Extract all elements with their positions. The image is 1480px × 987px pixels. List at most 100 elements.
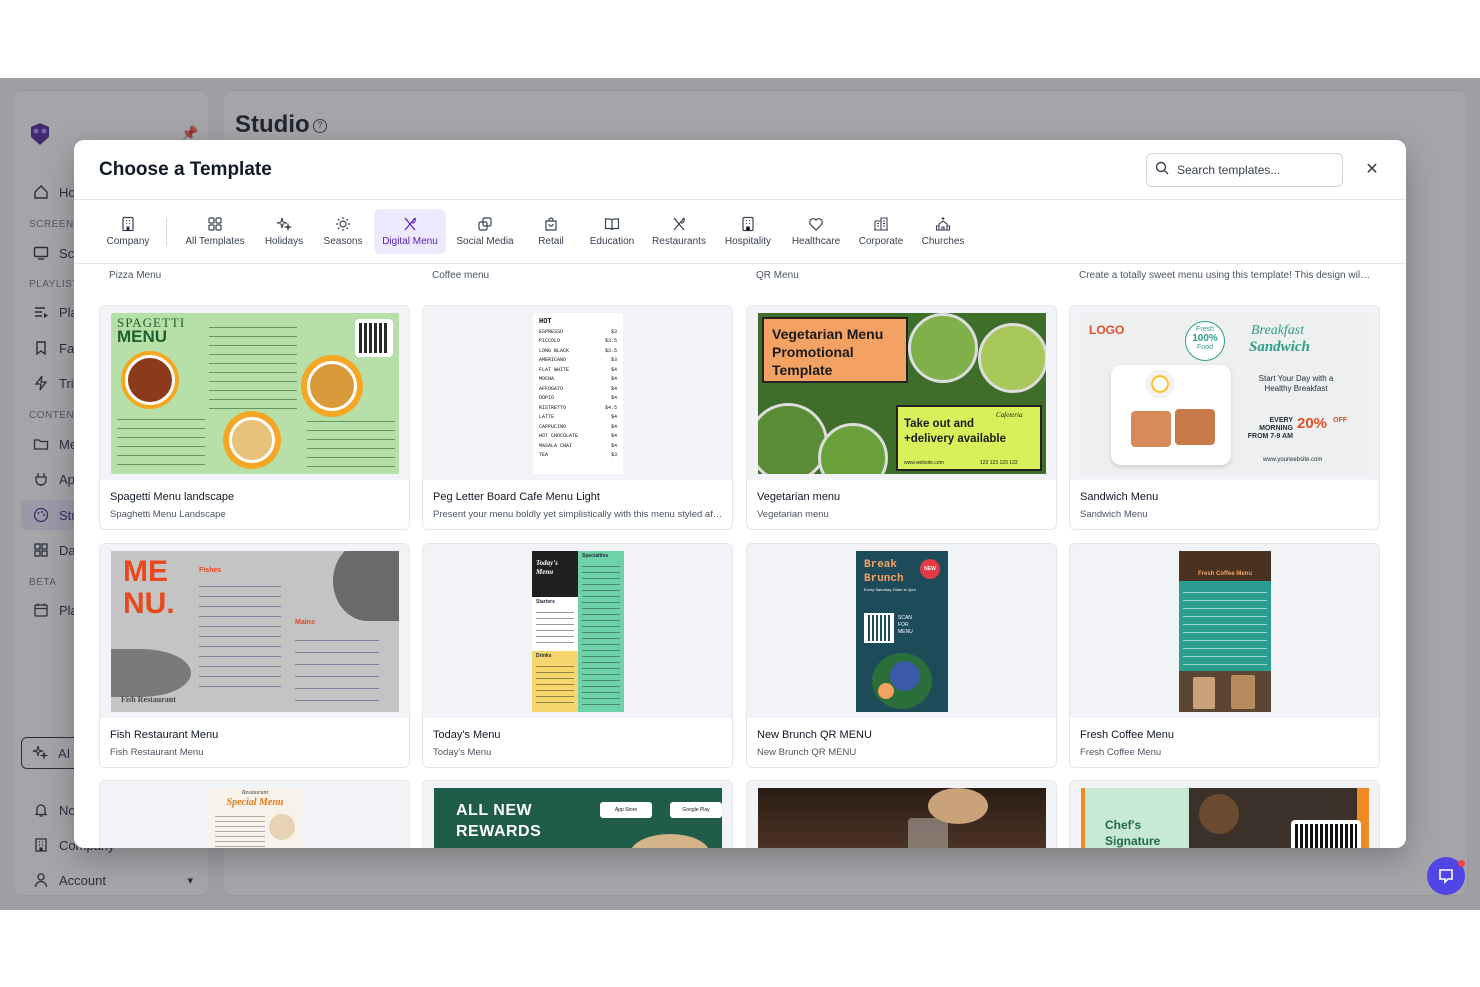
template-card[interactable]: HOT ESPRESSO $3 PICCOLO $3.5 LONG BLACK $3.5 A…	[422, 305, 733, 530]
tab-social-media[interactable]: Social Media	[454, 209, 516, 254]
tab-retail[interactable]: Retail	[532, 209, 570, 254]
template-card-subtitle: Present your menu boldly yet simplistica…	[433, 509, 723, 520]
thumb-heading: Fresh Coffee Menu	[1197, 571, 1252, 577]
thumb-line: Every Saturday 10am to 4pm	[864, 587, 916, 592]
peg-menu-item-name: HOT CHOCOLATE	[539, 433, 579, 439]
peg-menu-item-name: LATTE	[539, 414, 555, 420]
template-card[interactable]: Break Brunch NEW Every Saturday 10am to …	[746, 543, 1057, 768]
google-play-badge: Google Play	[670, 802, 722, 818]
template-card-subtitle: Fish Restaurant Menu	[110, 747, 204, 758]
office-icon	[874, 217, 888, 231]
template-card[interactable]: Restaurant Special Menu	[99, 780, 410, 848]
tab-label: Healthcare	[791, 236, 841, 247]
tab-label: Social Media	[456, 236, 514, 247]
template-card-title: Fresh Coffee Menu	[1080, 729, 1174, 741]
template-card[interactable]: LOGO Fresh 100% Food Breakfast Sandwich …	[1069, 305, 1380, 530]
tab-label: Digital Menu	[382, 236, 438, 247]
thumb-logo: LOGO	[1089, 323, 1125, 337]
template-card-subtitle[interactable]: Coffee menu	[432, 270, 722, 281]
template-thumbnail: HOT ESPRESSO $3 PICCOLO $3.5 LONG BLACK $3.5 A…	[423, 306, 732, 480]
peg-menu-row: RISTRETTO $4.5	[539, 404, 617, 414]
peg-menu-item-name: CAPPUCINO	[539, 423, 567, 430]
category-tabs: Company All Templates Holidays Seasons D…	[74, 200, 1406, 264]
tab-education[interactable]: Education	[586, 209, 638, 254]
tab-label: Hospitality	[724, 236, 772, 247]
thumb-footer: Fish Restaurant	[121, 695, 176, 704]
thumb-off: OFF	[1333, 417, 1347, 424]
tab-hospitality[interactable]: Hospitality	[720, 209, 776, 254]
template-card[interactable]: Fresh Coffee Menu Fresh Coffee Menu Fres…	[1069, 543, 1380, 768]
template-card-title: Today's Menu	[433, 729, 501, 741]
tab-all-templates[interactable]: All Templates	[180, 209, 250, 254]
template-thumbnail: Fresh Coffee Menu	[1070, 544, 1379, 718]
peg-menu-row: FLAT WHITE $4	[539, 366, 617, 376]
template-card[interactable]: ME NU. Fishes Mains Fish Restaurant Fish…	[99, 543, 410, 768]
tab-restaurants[interactable]: Restaurants	[650, 209, 708, 254]
church-icon	[935, 217, 951, 231]
peg-menu-row: MASALA CHAI $4	[539, 442, 617, 452]
peg-menu-item-price: $3	[610, 328, 617, 335]
tab-digital-menu[interactable]: Digital Menu	[374, 209, 446, 254]
template-card[interactable]: ALL NEW REWARDS App Store Google Play	[422, 780, 733, 848]
thumb-website: www.yourwebsite.com	[1263, 457, 1323, 463]
template-card-subtitle: Sandwich Menu	[1080, 509, 1148, 520]
close-icon[interactable]: ✕	[1364, 162, 1380, 178]
template-card-subtitle[interactable]: Pizza Menu	[109, 270, 399, 281]
thumb-section: Drinks	[536, 653, 552, 659]
template-card-subtitle[interactable]: Create a totally sweet menu using this t…	[1079, 270, 1371, 281]
peg-menu-item-name: DOPIO	[539, 395, 555, 401]
thumb-heading: Sandwich	[1249, 339, 1310, 355]
tab-healthcare[interactable]: Healthcare	[788, 209, 844, 254]
thumb-heading: Chef's	[1105, 818, 1142, 832]
tab-churches[interactable]: Churches	[920, 209, 966, 254]
thumb-heading: REWARDS	[456, 823, 542, 840]
thumb-heading: Brunch	[864, 573, 904, 585]
peg-menu-item-price: $4	[610, 442, 617, 449]
peg-menu-row: HOT CHOCOLATE $4	[539, 432, 617, 442]
tab-company[interactable]: Company	[98, 209, 158, 254]
template-thumbnail: Break Brunch NEW Every Saturday 10am to …	[747, 544, 1056, 718]
template-card[interactable]: Chef's Signature	[1069, 780, 1380, 848]
thumb-heading: NU.	[123, 587, 175, 620]
peg-menu-item-price: $4	[610, 423, 617, 430]
template-chooser-modal: Choose a Template ✕ Company All Template…	[74, 140, 1406, 848]
sparkles-icon	[276, 217, 292, 232]
tab-label: Restaurants	[652, 236, 706, 247]
tab-label: Holidays	[264, 236, 304, 247]
template-thumbnail: Vegetarian Menu Promotional Template Tak…	[747, 306, 1056, 480]
search-box	[1146, 153, 1343, 187]
thumb-heading: Restaurant	[241, 790, 269, 796]
tab-label: Company	[106, 236, 150, 247]
template-card[interactable]: Today's Menu Starters Drinks Specialties…	[422, 543, 733, 768]
thumb-heading: Breakfast	[1251, 323, 1305, 338]
app-store-badge: App Store	[600, 802, 652, 818]
peg-menu-item-name: MOCHA	[539, 376, 555, 382]
sun-icon	[336, 217, 350, 231]
template-card[interactable]: Vegetarian Menu Promotional Template Tak…	[746, 305, 1057, 530]
template-card-title: New Brunch QR MENU	[757, 729, 872, 741]
search-input[interactable]	[1177, 163, 1337, 177]
modal-header: Choose a Template ✕	[74, 140, 1406, 200]
tab-corporate[interactable]: Corporate	[856, 209, 906, 254]
tab-seasons[interactable]: Seasons	[320, 209, 366, 254]
thumb-section: Starters	[536, 599, 555, 605]
template-card[interactable]: SPAGETTI MENU Spagetti Menu landscape Sp…	[99, 305, 410, 530]
thumb-heading: Break	[864, 559, 898, 571]
tab-holidays[interactable]: Holidays	[260, 209, 308, 254]
peg-menu-item-name: PICCOLO	[539, 338, 561, 344]
peg-menu-row: ESPRESSO $3	[539, 328, 617, 338]
peg-menu-row: PICCOLO $3.5	[539, 337, 617, 347]
peg-menu-item-price: $4	[610, 414, 617, 420]
peg-menu-item-name: RISTRETTO	[539, 404, 567, 411]
template-card-title: Sandwich Menu	[1080, 491, 1159, 503]
template-card-subtitle[interactable]: QR Menu	[756, 270, 1046, 281]
search-icon	[1155, 161, 1169, 180]
tab-label: Education	[589, 236, 635, 247]
thumb-heading: ALL NEW	[456, 802, 533, 819]
template-card-subtitle: Spaghetti Menu Landscape	[110, 509, 226, 520]
building-icon	[122, 216, 134, 232]
share-icon	[478, 217, 492, 231]
thumb-offer: FROM 7-9 AM	[1247, 433, 1293, 440]
template-card[interactable]	[746, 780, 1057, 848]
peg-menu-row: LATTE $4	[539, 413, 617, 423]
